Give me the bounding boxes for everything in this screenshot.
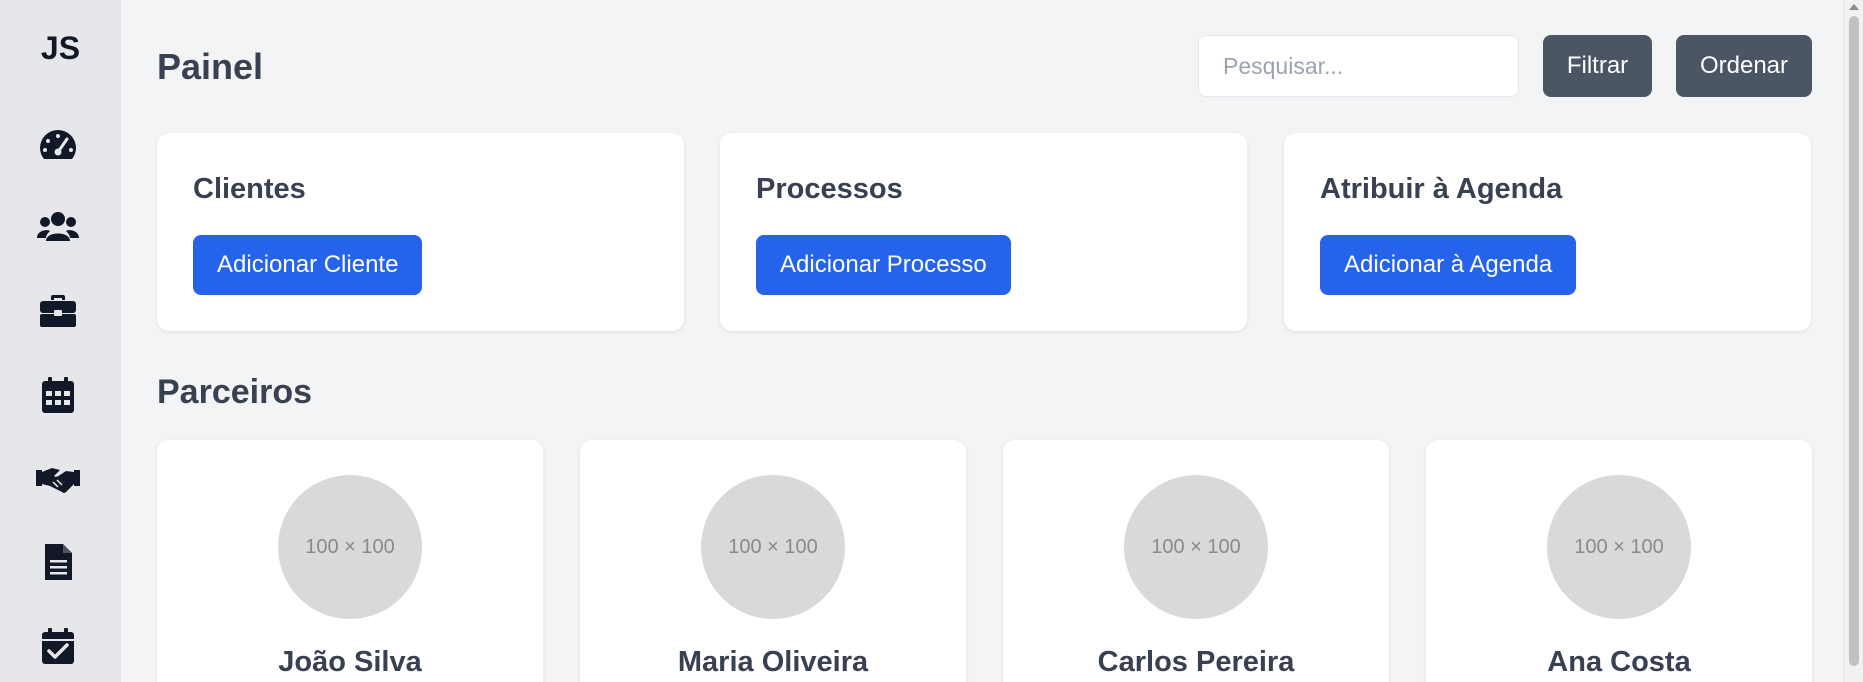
add-process-button[interactable]: Adicionar Processo: [756, 235, 1011, 295]
avatar: 100 × 100: [701, 475, 845, 619]
partner-name: Carlos Pereira: [1097, 646, 1295, 678]
partner-card[interactable]: 100 × 100 João Silva: [157, 440, 543, 682]
filter-button[interactable]: Filtrar: [1543, 35, 1652, 97]
document-icon: [45, 544, 72, 580]
processes-card: Processos Adicionar Processo: [720, 133, 1247, 331]
add-client-button[interactable]: Adicionar Cliente: [193, 235, 423, 295]
calendar-icon: [42, 377, 74, 413]
sidebar-item-dashboard[interactable]: [34, 120, 82, 168]
clients-card: Clientes Adicionar Cliente: [157, 133, 684, 331]
partner-card[interactable]: 100 × 100 Carlos Pereira: [1003, 440, 1389, 682]
avatar: 100 × 100: [1547, 475, 1691, 619]
sidebar-item-schedule[interactable]: [34, 622, 82, 670]
scroll-up-arrow-icon[interactable]: [1849, 4, 1859, 10]
partner-name: Ana Costa: [1547, 646, 1691, 678]
partner-card[interactable]: 100 × 100 Maria Oliveira: [580, 440, 966, 682]
schedule-card: Atribuir à Agenda Adicionar à Agenda: [1284, 133, 1811, 331]
handshake-icon: [36, 468, 80, 493]
dashboard-gauge-icon: [40, 130, 76, 159]
briefcase-icon: [40, 295, 76, 327]
sidebar: JS: [0, 0, 121, 682]
main-content: Painel Filtrar Ordenar Clientes Adiciona…: [121, 0, 1843, 682]
sidebar-item-calendar[interactable]: [34, 371, 82, 419]
sidebar-item-processes[interactable]: [34, 287, 82, 335]
partner-card[interactable]: 100 × 100 Ana Costa: [1426, 440, 1812, 682]
users-icon: [37, 212, 79, 241]
avatar: 100 × 100: [1124, 475, 1268, 619]
partner-name: Maria Oliveira: [677, 646, 869, 678]
partner-name: João Silva: [278, 646, 422, 678]
avatar: 100 × 100: [278, 475, 422, 619]
sidebar-item-documents[interactable]: [34, 538, 82, 586]
page-title: Painel: [157, 46, 264, 87]
vertical-scrollbar[interactable]: [1843, 0, 1863, 682]
scrollbar-thumb[interactable]: [1849, 16, 1859, 666]
sidebar-item-clients[interactable]: [34, 203, 82, 251]
card-title: Atribuir à Agenda: [1320, 173, 1563, 205]
partners-section-title: Parceiros: [157, 373, 312, 411]
sort-button[interactable]: Ordenar: [1676, 35, 1812, 97]
add-to-schedule-button[interactable]: Adicionar à Agenda: [1320, 235, 1577, 295]
app-logo: JS: [40, 30, 81, 66]
card-title: Processos: [756, 173, 903, 205]
calendar-check-icon: [42, 628, 74, 664]
sidebar-item-partners[interactable]: [34, 454, 82, 502]
card-title: Clientes: [193, 173, 306, 205]
search-input[interactable]: [1198, 35, 1519, 97]
